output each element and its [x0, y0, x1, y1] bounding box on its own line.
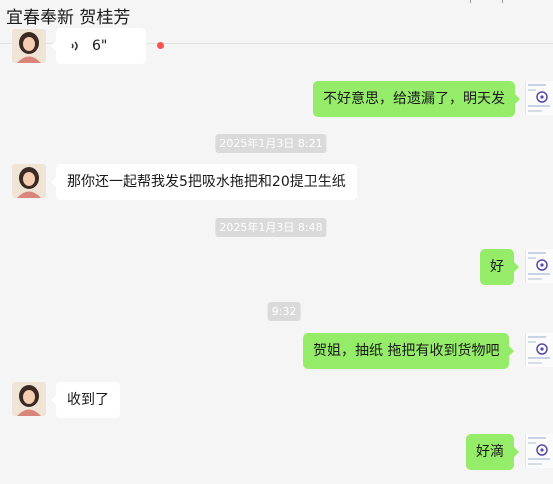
chat-title: 宜春奉新 贺桂芳 [6, 8, 131, 28]
message-text: 那你还一起帮我发5把吸水拖把和20提卫生纸 [67, 174, 346, 190]
message-text: 收到了 [67, 392, 109, 408]
avatar-portrait-icon [12, 164, 46, 198]
message-bubble-outgoing[interactable]: 好滴 [466, 434, 519, 470]
contact-avatar[interactable] [12, 29, 46, 63]
unread-voice-dot [157, 42, 164, 49]
message-bubble-incoming-voice[interactable]: 6" [51, 28, 146, 64]
avatar-portrait-icon [12, 29, 46, 63]
contact-avatar[interactable] [12, 164, 46, 198]
message-bubble-incoming[interactable]: 那你还一起帮我发5把吸水拖把和20提卫生纸 [51, 164, 357, 200]
message-text: 好滴 [476, 444, 504, 460]
voice-wave-icon [71, 41, 78, 51]
message-bubble-outgoing[interactable]: 贺姐，抽纸 拖把有收到货物吧 [303, 333, 515, 369]
window-control-divider [470, 0, 471, 3]
contact-avatar[interactable] [12, 382, 46, 416]
avatar-thumbnail-icon [526, 434, 553, 468]
message-text: 好 [490, 259, 504, 275]
message-bubble-outgoing[interactable]: 好 [480, 249, 519, 285]
window-control-divider [502, 0, 503, 3]
message-bubble-incoming[interactable]: 收到了 [51, 382, 120, 418]
self-avatar[interactable] [525, 333, 553, 367]
avatar-thumbnail-icon [526, 333, 553, 367]
avatar-portrait-icon [12, 382, 46, 416]
message-text: 不好意思，给遗漏了，明天发 [323, 91, 505, 107]
self-avatar[interactable] [525, 81, 553, 115]
self-avatar[interactable] [525, 434, 553, 468]
avatar-thumbnail-icon [526, 81, 553, 115]
timestamp: 2025年1月3日 8:21 [215, 134, 327, 153]
voice-duration: 6" [92, 38, 108, 54]
avatar-thumbnail-icon [526, 249, 553, 283]
message-text: 贺姐，抽纸 拖把有收到货物吧 [313, 343, 500, 359]
message-bubble-outgoing[interactable]: 不好意思，给遗漏了，明天发 [313, 81, 520, 117]
self-avatar[interactable] [525, 249, 553, 283]
timestamp: 2025年1月3日 8:48 [215, 218, 327, 237]
timestamp: 9:32 [267, 302, 301, 321]
